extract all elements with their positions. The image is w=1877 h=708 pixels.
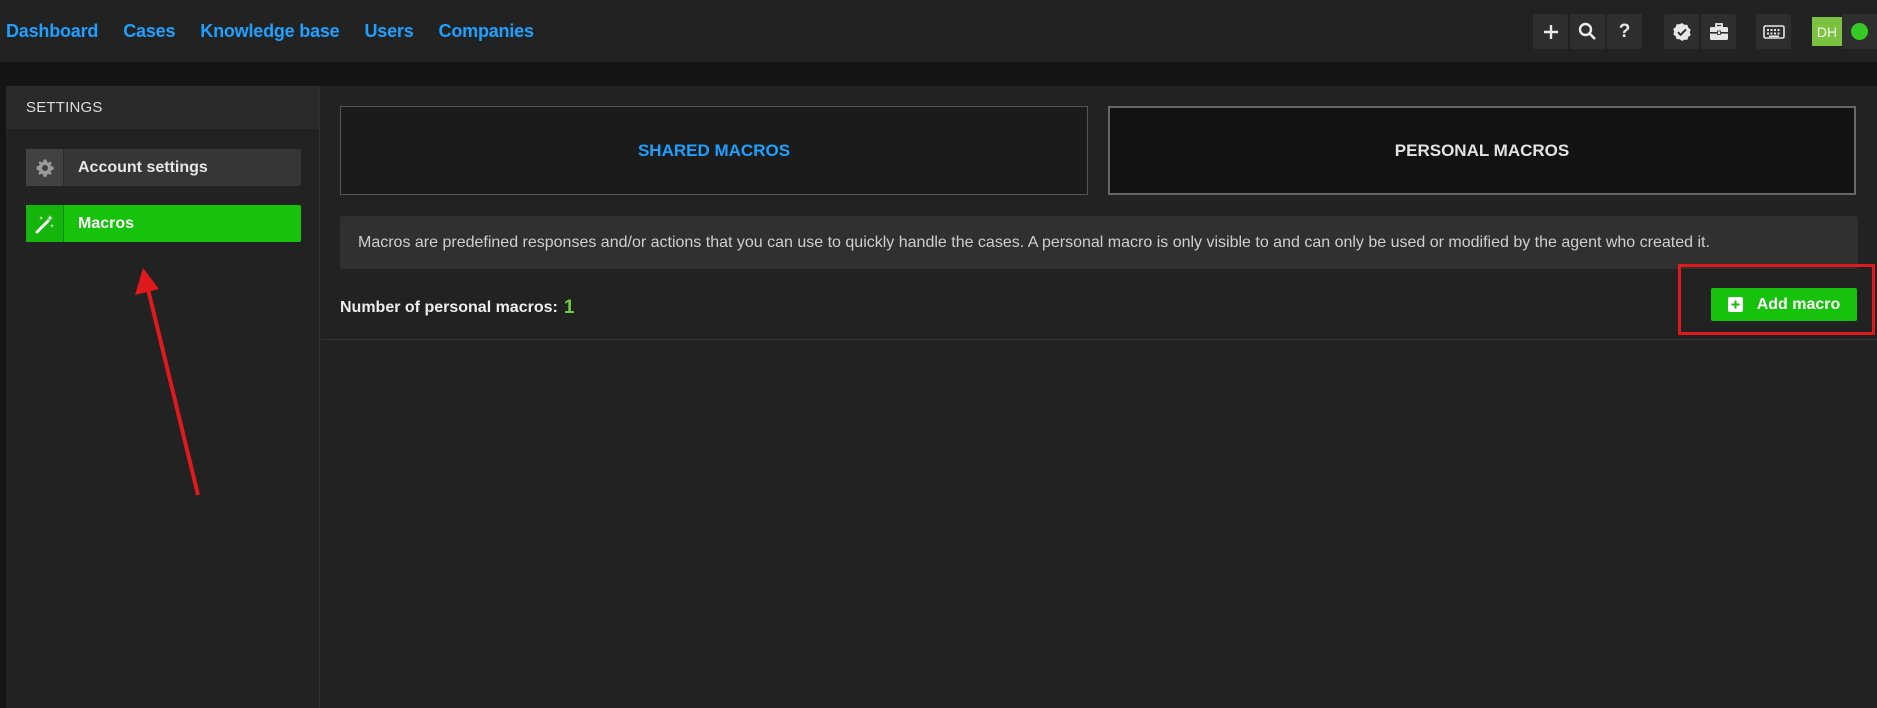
annotation-highlight-box bbox=[1678, 264, 1875, 335]
plus-icon bbox=[1543, 24, 1558, 39]
search-icon bbox=[1578, 22, 1596, 40]
nav-cases[interactable]: Cases bbox=[123, 21, 175, 42]
keyboard-shortcuts-button[interactable] bbox=[1756, 14, 1791, 49]
status-indicator[interactable] bbox=[1842, 14, 1877, 49]
content-divider bbox=[321, 339, 1877, 340]
briefcase-icon bbox=[1709, 22, 1728, 40]
help-button[interactable]: ? bbox=[1607, 14, 1642, 49]
search-button[interactable] bbox=[1570, 14, 1605, 49]
main-nav: Dashboard Cases Knowledge base Users Com… bbox=[6, 0, 559, 62]
macros-info-text: Macros are predefined responses and/or a… bbox=[340, 216, 1858, 269]
gear-icon bbox=[26, 149, 64, 186]
count-value: 1 bbox=[563, 297, 575, 318]
settings-sidebar: SETTINGS Account settings Macros bbox=[6, 86, 320, 708]
add-new-button[interactable] bbox=[1533, 14, 1568, 49]
sidebar-header: SETTINGS bbox=[6, 86, 319, 129]
nav-companies[interactable]: Companies bbox=[439, 21, 534, 42]
tab-personal-macros[interactable]: PERSONAL MACROS bbox=[1108, 106, 1856, 195]
count-label: Number of personal macros: bbox=[340, 299, 558, 316]
nav-dashboard[interactable]: Dashboard bbox=[6, 21, 98, 42]
sidebar-item-account-settings[interactable]: Account settings bbox=[26, 149, 301, 186]
status-dot-icon bbox=[1851, 23, 1868, 40]
magic-wand-icon bbox=[26, 205, 64, 242]
top-navigation-bar: Dashboard Cases Knowledge base Users Com… bbox=[0, 0, 1877, 62]
briefcase-button[interactable] bbox=[1701, 14, 1736, 49]
settings-container: SETTINGS Account settings Macros SHARED … bbox=[6, 86, 1877, 708]
verified-button[interactable] bbox=[1664, 14, 1699, 49]
verified-badge-icon bbox=[1672, 22, 1691, 41]
personal-macros-count: Number of personal macros: 1 bbox=[340, 293, 574, 323]
tab-shared-macros[interactable]: SHARED MACROS bbox=[340, 106, 1088, 195]
macros-content: SHARED MACROS PERSONAL MACROS Macros are… bbox=[321, 86, 1877, 708]
nav-users[interactable]: Users bbox=[365, 21, 414, 42]
sidebar-item-macros[interactable]: Macros bbox=[26, 205, 301, 242]
avatar[interactable]: DH bbox=[1812, 17, 1842, 46]
sidebar-item-label: Account settings bbox=[78, 158, 208, 176]
keyboard-icon bbox=[1762, 24, 1785, 39]
help-icon: ? bbox=[1618, 20, 1631, 42]
nav-knowledge-base[interactable]: Knowledge base bbox=[200, 21, 339, 42]
sidebar-item-label: Macros bbox=[78, 214, 135, 232]
